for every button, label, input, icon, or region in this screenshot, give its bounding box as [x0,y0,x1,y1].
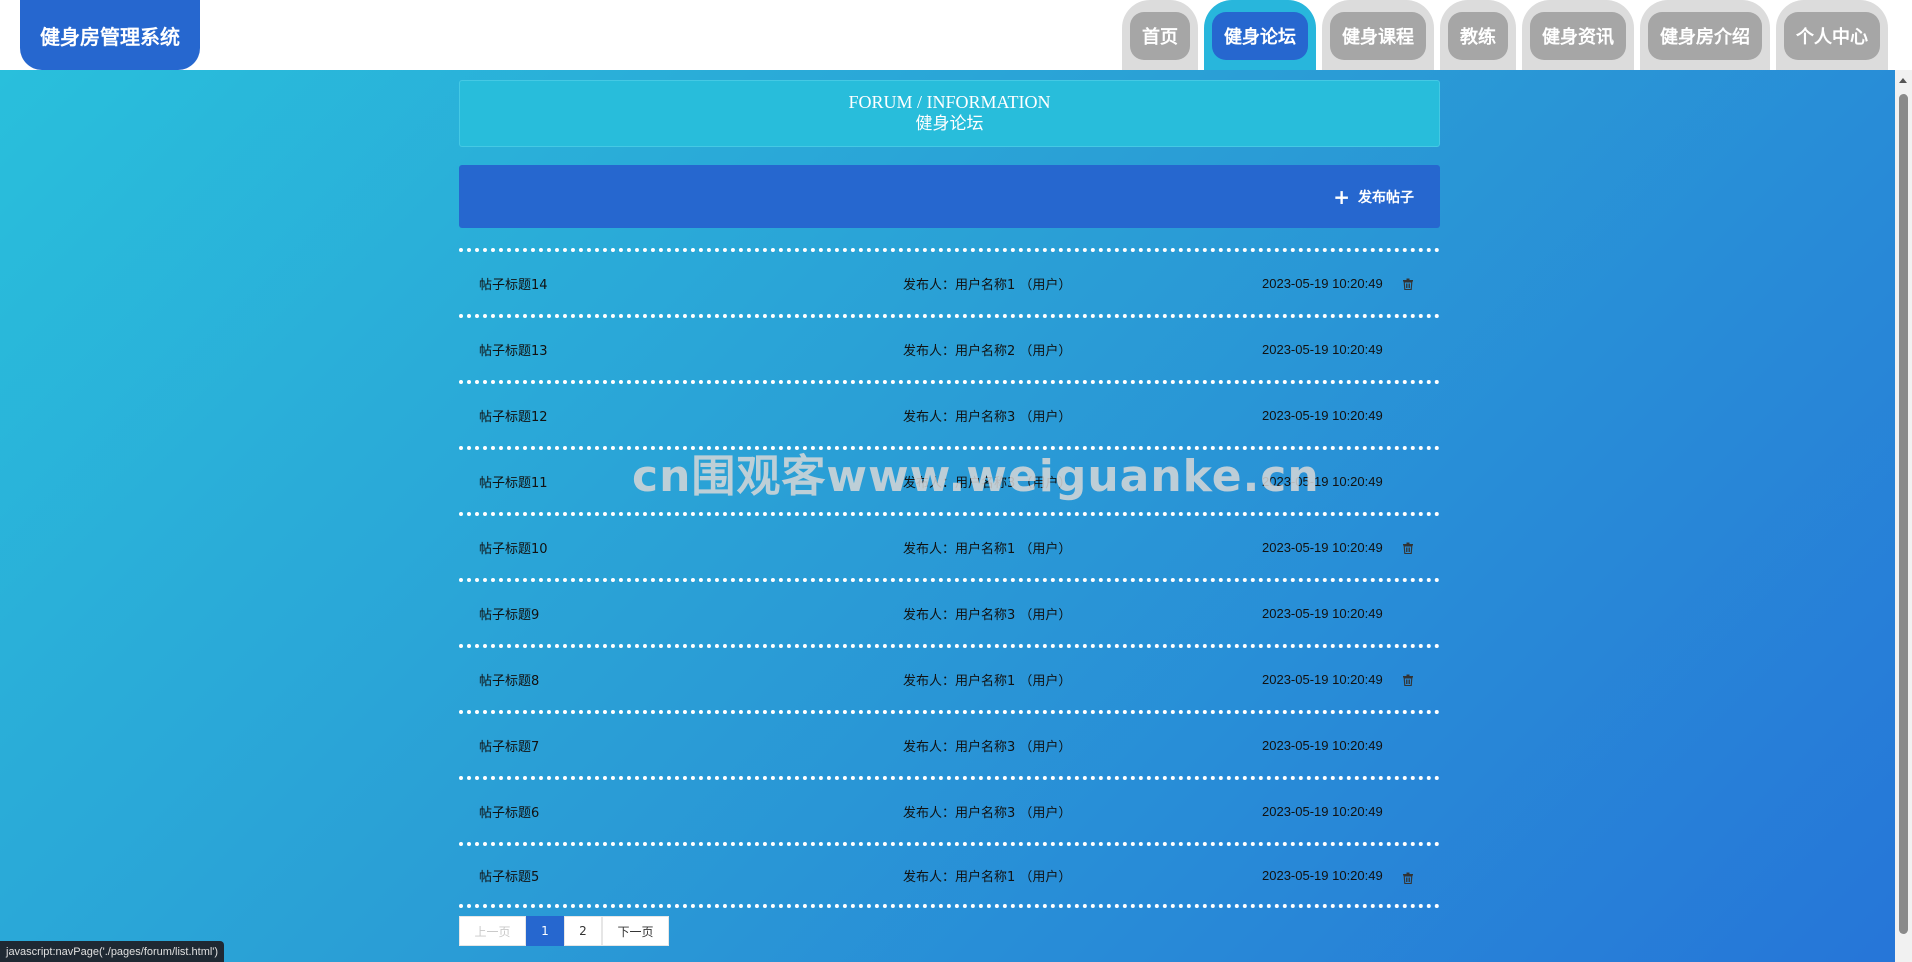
trash-icon[interactable] [1402,278,1414,290]
post-author: 发布人：用户名称1 （用户） [903,869,1072,885]
nav-tab-label: 教练 [1448,12,1508,60]
nav-tab-label: 健身课程 [1330,12,1426,60]
publish-post-button[interactable]: + 发布帖子 [1333,187,1414,207]
post-row[interactable]: 帖子标题12 发布人：用户名称3 （用户） 2023-05-19 10:20:49 [459,380,1440,446]
section-title-en: FORUM / INFORMATION [848,92,1051,112]
post-row[interactable]: 帖子标题7 发布人：用户名称3 （用户） 2023-05-19 10:20:49 [459,710,1440,776]
post-time: 2023-05-19 10:20:49 [1262,671,1383,687]
post-author: 发布人：用户名称3 （用户） [903,739,1072,755]
nav-tab-1[interactable]: 健身论坛 [1204,0,1316,70]
post-title[interactable]: 帖子标题5 [479,866,539,885]
section-title-box: FORUM / INFORMATION 健身论坛 [459,80,1440,147]
post-author: 发布人：用户名称3 （用户） [903,409,1072,425]
post-author: 发布人：用户名称3 （用户） [903,475,1072,491]
post-time: 2023-05-19 10:20:49 [1262,803,1383,819]
post-time: 2023-05-19 10:20:49 [1262,539,1383,555]
post-row[interactable]: 帖子标题8 发布人：用户名称1 （用户） 2023-05-19 10:20:49 [459,644,1440,710]
post-time: 2023-05-19 10:20:49 [1262,407,1383,423]
trash-icon[interactable] [1402,872,1414,884]
site-logo[interactable]: 健身房管理系统 [20,0,200,70]
post-title[interactable]: 帖子标题7 [479,736,539,755]
prev-page-button[interactable]: 上一页 [459,916,526,946]
post-author: 发布人：用户名称3 （用户） [903,607,1072,623]
post-time: 2023-05-19 10:20:49 [1262,737,1383,753]
page-scrollbar[interactable] [1895,70,1912,962]
nav-tab-label: 健身论坛 [1212,12,1308,60]
post-title[interactable]: 帖子标题8 [479,670,539,689]
post-title[interactable]: 帖子标题11 [479,472,548,491]
scroll-up-arrow-icon[interactable] [1899,78,1907,83]
post-row[interactable]: 帖子标题13 发布人：用户名称2 （用户） 2023-05-19 10:20:49 [459,314,1440,380]
nav-tab-6[interactable]: 个人中心 [1776,0,1888,70]
nav-tab-0[interactable]: 首页 [1122,0,1198,70]
post-row[interactable]: 帖子标题9 发布人：用户名称3 （用户） 2023-05-19 10:20:49 [459,578,1440,644]
action-bar: + 发布帖子 [459,165,1440,228]
post-title[interactable]: 帖子标题14 [479,274,548,293]
post-row[interactable]: 帖子标题5 发布人：用户名称1 （用户） 2023-05-19 10:20:49 [459,842,1440,908]
post-author: 发布人：用户名称1 （用户） [903,541,1072,557]
post-title[interactable]: 帖子标题12 [479,406,548,425]
post-time: 2023-05-19 10:20:49 [1262,275,1383,291]
section-title-cn: 健身论坛 [915,114,984,134]
post-author: 发布人：用户名称3 （用户） [903,805,1072,821]
nav-tab-2[interactable]: 健身课程 [1322,0,1434,70]
nav-tab-5[interactable]: 健身房介绍 [1640,0,1770,70]
nav-tab-4[interactable]: 健身资讯 [1522,0,1634,70]
post-title[interactable]: 帖子标题13 [479,340,548,359]
post-row[interactable]: 帖子标题10 发布人：用户名称1 （用户） 2023-05-19 10:20:49 [459,512,1440,578]
page-button-1[interactable]: 1 [526,916,564,946]
publish-post-label: 发布帖子 [1358,189,1414,206]
post-list: 帖子标题14 发布人：用户名称1 （用户） 2023-05-19 10:20:49 帖… [459,248,1440,908]
post-time: 2023-05-19 10:20:49 [1262,867,1383,883]
post-author: 发布人：用户名称2 （用户） [903,343,1072,359]
post-row[interactable]: 帖子标题11 发布人：用户名称3 （用户） 2023-05-19 10:20:49 [459,446,1440,512]
trash-icon[interactable] [1402,542,1414,554]
post-title[interactable]: 帖子标题10 [479,538,548,557]
post-time: 2023-05-19 10:20:49 [1262,605,1383,621]
plus-icon: + [1333,184,1350,209]
post-row[interactable]: 帖子标题14 发布人：用户名称1 （用户） 2023-05-19 10:20:49 [459,248,1440,314]
post-author: 发布人：用户名称1 （用户） [903,673,1072,689]
nav-tab-label: 健身资讯 [1530,12,1626,60]
browser-status-bar: javascript:navPage('./pages/forum/list.h… [0,941,225,962]
pagination: 上一页 1 2 下一页 [459,916,1440,946]
forum-main: FORUM / INFORMATION 健身论坛 + 发布帖子 帖子标题14 发布… [459,80,1440,946]
post-title[interactable]: 帖子标题9 [479,604,539,623]
main-nav: 首页 健身论坛 健身课程 教练 健身资讯 健身房介绍 个人中心 [1122,0,1888,70]
nav-tab-label: 首页 [1130,12,1190,60]
top-header: 健身房管理系统 首页 健身论坛 健身课程 教练 健身资讯 健身房介绍 个人中心 [0,0,1912,70]
nav-tab-3[interactable]: 教练 [1440,0,1516,70]
post-time: 2023-05-19 10:20:49 [1262,341,1383,357]
nav-tab-label: 个人中心 [1784,12,1880,60]
scroll-thumb[interactable] [1899,94,1908,934]
page-button-2[interactable]: 2 [564,916,602,946]
post-title[interactable]: 帖子标题6 [479,802,539,821]
post-author: 发布人：用户名称1 （用户） [903,277,1072,293]
post-row[interactable]: 帖子标题6 发布人：用户名称3 （用户） 2023-05-19 10:20:49 [459,776,1440,842]
post-time: 2023-05-19 10:20:49 [1262,473,1383,489]
next-page-button[interactable]: 下一页 [602,916,669,946]
trash-icon[interactable] [1402,674,1414,686]
nav-tab-label: 健身房介绍 [1648,12,1762,60]
